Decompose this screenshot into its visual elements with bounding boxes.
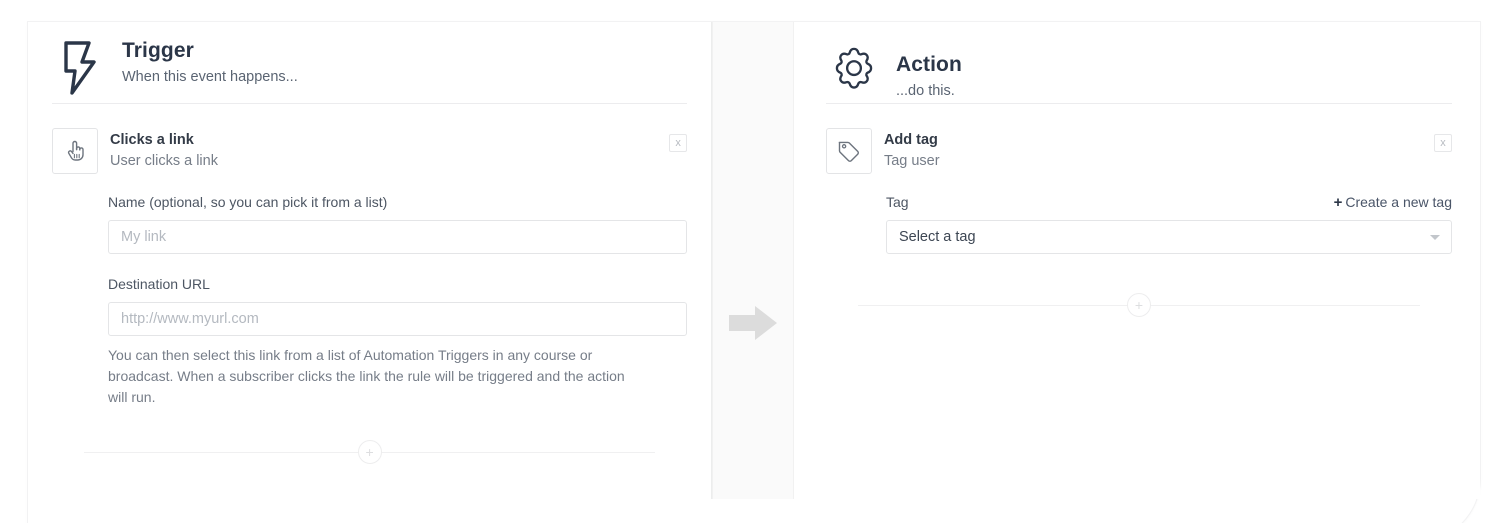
trigger-url-label: Destination URL — [108, 276, 210, 292]
action-step-header: Add tag Tag user — [825, 128, 1452, 174]
trigger-helper-text: You can then select this link from a lis… — [108, 347, 625, 405]
trigger-name-field-row: Name (optional, so you can pick it from … — [108, 192, 687, 220]
arrow-right-icon — [725, 301, 781, 345]
tag-select[interactable]: Select a tag — [885, 220, 1452, 254]
plus-icon: + — [1333, 194, 1343, 211]
trigger-title: Trigger — [122, 39, 194, 62]
tag-icon — [825, 128, 872, 174]
trigger-step-title: Clicks a link — [110, 132, 194, 148]
action-title: Action — [895, 53, 962, 76]
trigger-add-step-wrap: + — [28, 432, 711, 472]
automation-rule-editor: Trigger When this event happens... Click… — [0, 0, 1500, 523]
action-step-title: Add tag — [883, 132, 938, 148]
trigger-name-label: Name (optional, so you can pick it from … — [108, 194, 388, 210]
action-add-step-wrap: + — [794, 285, 1480, 325]
action-step: Add tag Tag user x Tag + Create a new tag… — [825, 104, 1452, 254]
panel-connector-gap — [712, 22, 794, 499]
action-subtitle: ...do this. — [895, 83, 955, 99]
trigger-url-input[interactable] — [108, 302, 688, 336]
trigger-step: Clicks a link User clicks a link x Name … — [52, 104, 688, 408]
trigger-step-subtitle: User clicks a link — [110, 153, 218, 169]
action-add-step-divider: + — [826, 285, 1452, 325]
trigger-header-text: Trigger When this event happens... — [108, 38, 298, 88]
action-step-subtitle: Tag user — [883, 153, 940, 169]
trigger-form: Name (optional, so you can pick it from … — [52, 174, 688, 408]
lightning-bolt-icon — [52, 38, 108, 96]
panels-container: Trigger When this event happens... Click… — [28, 22, 1480, 499]
action-add-step-button[interactable]: + — [1126, 293, 1151, 317]
trigger-subtitle: When this event happens... — [122, 69, 298, 85]
tag-select-wrap: Select a tag — [885, 220, 1452, 254]
pointing-hand-icon — [52, 128, 98, 174]
gear-icon — [826, 38, 882, 102]
action-header-text: Action ...do this. — [882, 38, 962, 102]
trigger-step-header: Clicks a link User clicks a link — [52, 128, 687, 174]
create-new-tag-link[interactable]: + Create a new tag — [1334, 194, 1452, 211]
trigger-panel: Trigger When this event happens... Click… — [28, 22, 713, 499]
action-step-text: Add tag Tag user — [872, 128, 940, 171]
action-form: Tag + Create a new tag Select a tag — [826, 174, 1452, 254]
trigger-url-field-row: Destination URL — [108, 274, 687, 302]
trigger-add-step-divider: + — [52, 432, 687, 472]
trigger-step-text: Clicks a link User clicks a link — [98, 128, 218, 171]
action-tag-field-row: Tag + Create a new tag — [886, 192, 1452, 220]
create-new-tag-label: Create a new tag — [1345, 194, 1452, 210]
action-panel-header: Action ...do this. — [825, 22, 1452, 104]
trigger-add-step-button[interactable]: + — [357, 440, 382, 464]
trigger-step-close-button[interactable]: x — [669, 134, 688, 152]
action-panel: Action ...do this. Add tag Tag user x Ta… — [793, 22, 1480, 499]
field-spacer — [108, 254, 687, 274]
action-step-close-button[interactable]: x — [1434, 134, 1452, 152]
trigger-panel-header: Trigger When this event happens... — [52, 22, 688, 104]
action-tag-label: Tag — [885, 194, 909, 210]
trigger-name-input[interactable] — [108, 220, 688, 254]
